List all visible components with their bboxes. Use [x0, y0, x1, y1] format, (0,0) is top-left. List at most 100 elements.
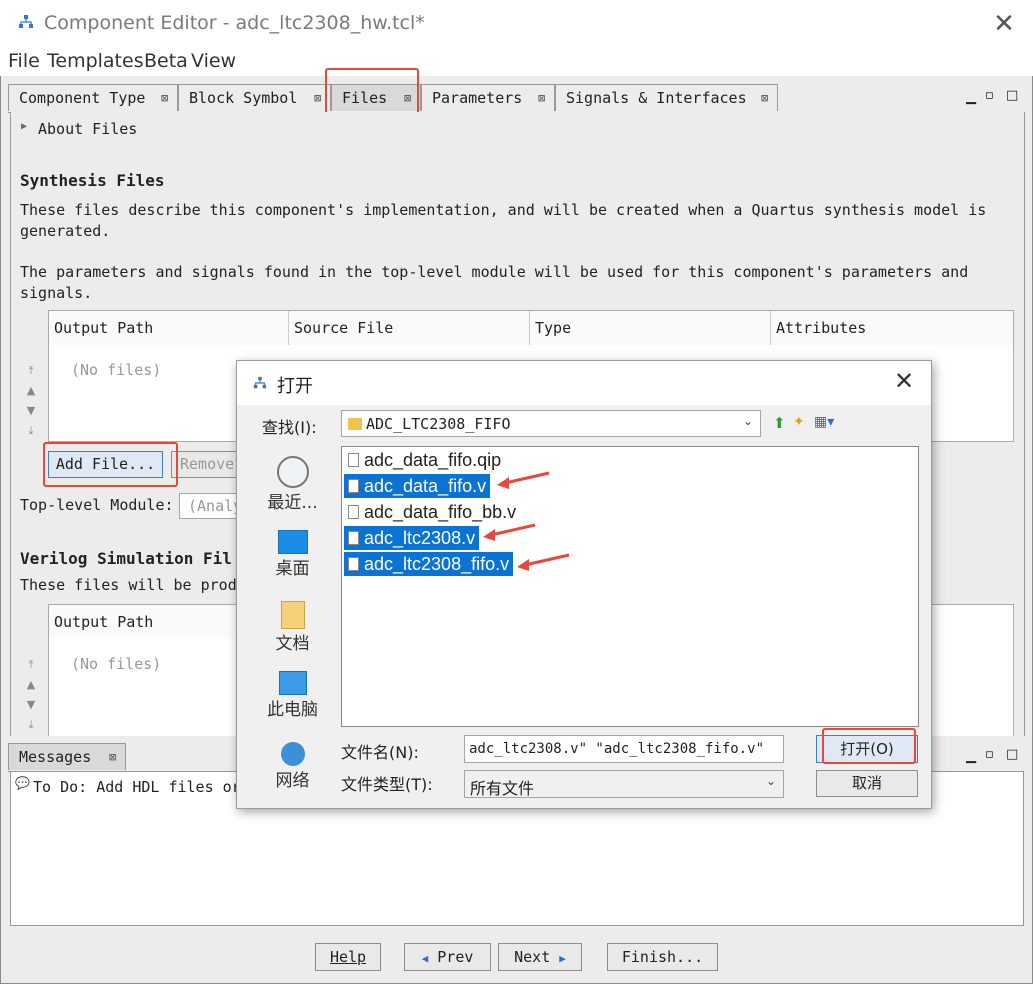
file-icon	[348, 505, 359, 519]
tab-close-icon[interactable]: ⊠	[109, 744, 116, 771]
place-this-pc[interactable]: 此电脑	[251, 671, 334, 720]
maximize-icon[interactable]: □	[1006, 88, 1018, 103]
move-up-icon[interactable]: ▲	[24, 678, 38, 691]
menu-view[interactable]: View	[191, 50, 236, 72]
synthesis-desc-1: These files describe this component's im…	[20, 201, 987, 219]
list-item[interactable]: adc_ltc2308_fifo.v	[344, 552, 514, 576]
place-label: 此电脑	[267, 700, 318, 720]
column-source-file[interactable]: Source File	[289, 311, 530, 345]
documents-icon	[280, 601, 305, 629]
file-name: adc_data_fifo_bb.v	[364, 502, 517, 522]
list-item[interactable]: adc_ltc2308.v	[344, 526, 480, 550]
move-top-icon[interactable]: ⤒	[24, 658, 38, 672]
place-network[interactable]: 网络	[251, 742, 334, 791]
file-type-select[interactable]: 所有文件 ⌄	[464, 770, 784, 798]
message-line[interactable]: To Do: Add HDL files or	[33, 778, 241, 796]
folder-icon	[348, 418, 362, 430]
finish-button[interactable]: Finish...	[607, 943, 718, 971]
tab-block-symbol[interactable]: Block Symbol ⊠	[178, 84, 331, 111]
maximize-icon[interactable]: □	[1006, 747, 1018, 762]
file-name: adc_data_fifo.qip	[364, 450, 502, 470]
look-in-label: 查找(I):	[262, 418, 317, 437]
menu-file[interactable]: File	[8, 50, 40, 72]
chevron-down-icon: ⌄	[743, 414, 754, 428]
minimize-icon[interactable]: ▁	[966, 749, 976, 764]
no-files-placeholder: (No files)	[71, 655, 162, 673]
network-icon	[280, 742, 305, 766]
file-type-label: 文件类型(T):	[341, 775, 433, 794]
place-label: 网络	[275, 771, 310, 791]
file-name-label: 文件名(N):	[341, 743, 419, 762]
dialog-title-bar: 打开 ✕	[237, 361, 931, 405]
title-bar: Component Editor - adc_ltc2308_hw.tcl* ✕	[0, 0, 1033, 46]
new-folder-icon[interactable]: ✦	[793, 414, 805, 430]
tab-label: Block Symbol	[189, 89, 298, 107]
file-list: adc_data_fifo.qip adc_data_fifo.v adc_da…	[341, 446, 919, 727]
place-desktop[interactable]: 桌面	[251, 530, 334, 579]
restore-icon[interactable]: ▫	[985, 88, 994, 103]
tab-label: Signals & Interfaces	[566, 89, 747, 107]
minimize-icon[interactable]: ▁	[966, 90, 976, 105]
expand-arrow-icon[interactable]: ▶	[21, 121, 27, 132]
cancel-button[interactable]: 取消	[816, 770, 918, 797]
place-recent[interactable]: 最近...	[251, 456, 334, 513]
tab-close-icon[interactable]: ⊠	[161, 85, 168, 112]
place-label: 最近...	[267, 493, 318, 513]
editor-tab-bar: Component Type ⊠ Block Symbol ⊠ Files ⊠ …	[8, 84, 1024, 113]
verilog-sim-desc: These files will be prod	[20, 576, 237, 594]
annotation-open-button	[822, 728, 916, 764]
dialog-close-icon[interactable]: ✕	[894, 367, 914, 395]
close-icon[interactable]: ✕	[990, 10, 1018, 38]
up-folder-icon[interactable]: ⬆	[773, 414, 786, 432]
tab-signals-interfaces[interactable]: Signals & Interfaces ⊠	[555, 84, 778, 111]
help-button[interactable]: Help	[315, 943, 381, 971]
move-bottom-icon[interactable]: ⤓	[24, 718, 38, 732]
tab-label: Parameters	[432, 89, 523, 107]
column-type[interactable]: Type	[530, 311, 771, 345]
list-item[interactable]: adc_data_fifo.qip	[344, 448, 505, 472]
tab-close-icon[interactable]: ⊠	[314, 85, 321, 112]
file-name: adc_data_fifo.v	[364, 476, 487, 496]
column-output-path[interactable]: Output Path	[49, 311, 289, 345]
remove-button[interactable]: Remove	[171, 451, 241, 478]
menu-beta[interactable]: Beta	[144, 50, 188, 72]
tab-close-icon[interactable]: ⊠	[538, 85, 545, 112]
move-top-icon[interactable]: ⤒	[24, 364, 38, 378]
dialog-app-icon	[253, 376, 267, 389]
verilog-sim-heading: Verilog Simulation Fil	[20, 549, 232, 568]
column-attributes[interactable]: Attributes	[771, 311, 1013, 345]
file-name-input[interactable]: adc_ltc2308.v" "adc_ltc2308_fifo.v"	[464, 735, 784, 763]
look-in-select[interactable]: ADC_LTC2308_FIFO ⌄	[341, 410, 761, 437]
place-documents[interactable]: 文档	[251, 601, 334, 654]
window-title: Component Editor - adc_ltc2308_hw.tcl*	[44, 12, 425, 34]
about-files[interactable]: About Files	[38, 120, 137, 138]
place-label: 文档	[275, 634, 310, 654]
file-icon	[348, 557, 359, 571]
prev-button[interactable]: ◀ Prev	[404, 943, 491, 971]
synthesis-desc-2: The parameters and signals found in the …	[20, 263, 969, 281]
move-down-icon[interactable]: ▼	[24, 698, 38, 711]
annotation-add-file	[43, 442, 178, 487]
move-up-icon[interactable]: ▲	[24, 384, 38, 397]
tab-parameters[interactable]: Parameters ⊠	[421, 84, 555, 111]
tab-component-type[interactable]: Component Type ⊠	[8, 84, 178, 111]
file-icon	[348, 479, 359, 493]
tab-close-icon[interactable]: ⊠	[761, 85, 768, 112]
next-button[interactable]: Next ▶	[498, 943, 582, 971]
file-type-value: 所有文件	[470, 779, 535, 798]
file-name: adc_ltc2308.v	[364, 528, 476, 548]
move-down-icon[interactable]: ▼	[24, 404, 38, 417]
restore-icon[interactable]: ▫	[985, 747, 994, 762]
tab-label: Messages	[19, 748, 92, 766]
tab-messages[interactable]: Messages ⊠	[8, 743, 126, 770]
synthesis-desc-2b: signals.	[20, 284, 93, 302]
file-name: adc_ltc2308_fifo.v	[364, 554, 510, 574]
menu-templates[interactable]: Templates	[47, 50, 144, 72]
move-bottom-icon[interactable]: ⤓	[24, 424, 38, 438]
no-files-placeholder: (No files)	[71, 361, 162, 379]
finish-label: Finish...	[621, 948, 704, 966]
annotation-arrow	[497, 471, 550, 489]
menu-bar: File Templates Beta View	[0, 46, 1033, 76]
list-item[interactable]: adc_data_fifo.v	[344, 474, 491, 498]
view-menu-icon[interactable]: ▦▾	[814, 414, 834, 430]
